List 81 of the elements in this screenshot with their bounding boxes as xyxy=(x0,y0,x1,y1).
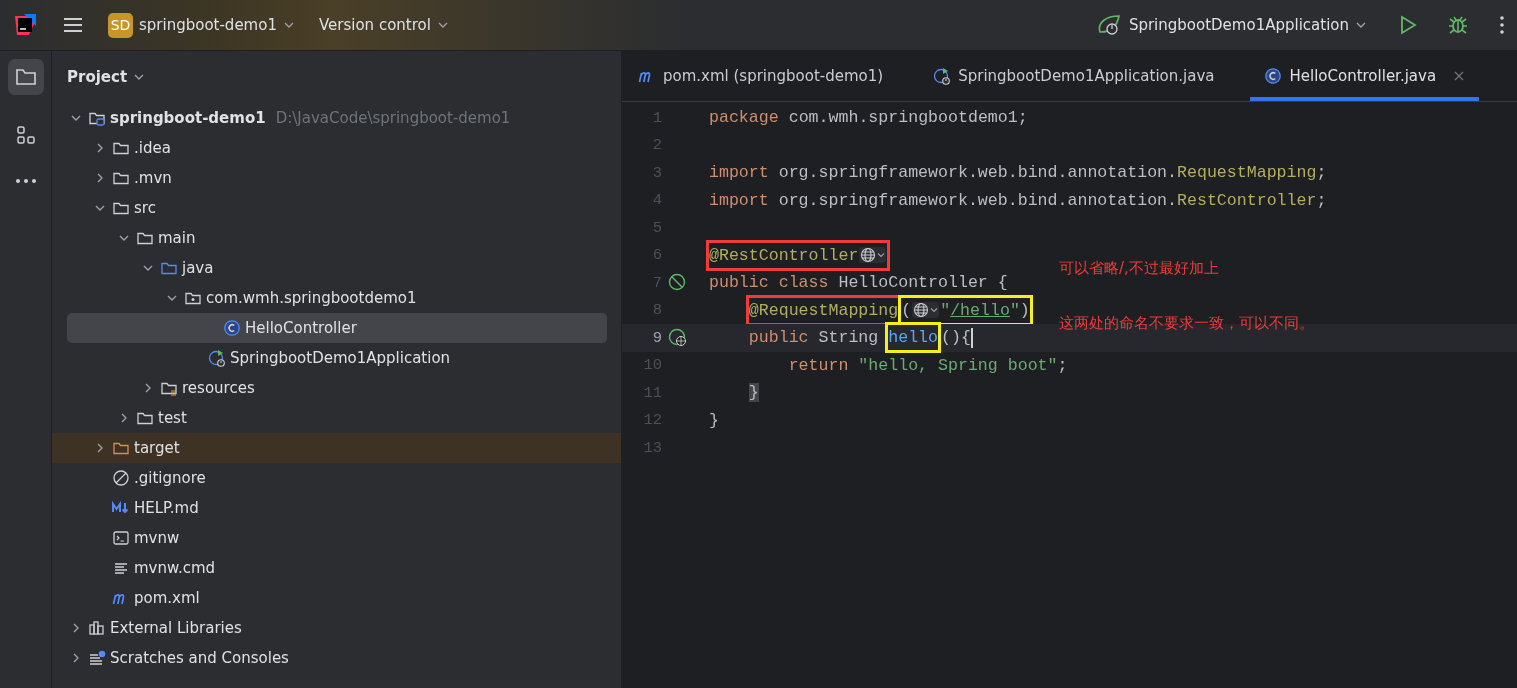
library-icon xyxy=(88,619,106,637)
globe-inlay-icon[interactable] xyxy=(859,247,887,264)
tree-item[interactable]: Scratches and Consoles xyxy=(52,643,621,673)
code-token: ; xyxy=(1316,190,1327,210)
editor-tab[interactable]: SpringbootDemo1Application.java xyxy=(919,51,1229,101)
run-configuration-selector[interactable]: SpringbootDemo1Application xyxy=(1096,14,1367,36)
project-badge: SD xyxy=(108,12,133,38)
url-link[interactable]: /hello xyxy=(950,300,1010,320)
code-token: ( xyxy=(901,300,912,320)
project-selector[interactable]: SD springboot-demo1 xyxy=(108,12,295,38)
tree-item[interactable]: HELP.md xyxy=(52,493,621,523)
spring-class-icon xyxy=(208,349,226,367)
tree-item[interactable]: .idea xyxy=(52,133,621,163)
app-logo-icon[interactable] xyxy=(12,12,38,38)
code-token: hello xyxy=(888,328,939,348)
project-tool-button[interactable] xyxy=(7,59,44,95)
tree-item[interactable]: main xyxy=(52,223,621,253)
code-token: "hello, Spring boot" xyxy=(857,355,1058,375)
code-token: ; xyxy=(1057,355,1068,375)
tree-item[interactable]: mvnw xyxy=(52,523,621,553)
code-token: (){ xyxy=(941,328,971,348)
endpoint-icon[interactable] xyxy=(668,327,688,348)
panel-title[interactable]: Project xyxy=(67,68,128,86)
class-icon xyxy=(1264,67,1283,85)
line-number: 9 xyxy=(651,328,662,347)
code-token: RestController xyxy=(1177,190,1317,210)
tree-item[interactable]: com.wmh.springbootdemo1 xyxy=(52,283,621,313)
more-icon xyxy=(14,178,37,184)
tree-item[interactable]: pom.xml xyxy=(52,583,621,613)
bean-icon[interactable] xyxy=(668,272,688,293)
editor-tab[interactable]: HelloController.java xyxy=(1250,51,1480,101)
code-token: RequestMapping xyxy=(1177,163,1317,183)
code-token: " xyxy=(1009,300,1020,320)
code-token: @RestController xyxy=(709,245,859,265)
code-token: ) xyxy=(1019,300,1030,320)
tree-item[interactable]: SpringbootDemo1Application xyxy=(52,343,621,373)
tree-item[interactable]: .mvn xyxy=(52,163,621,193)
bug-icon[interactable] xyxy=(1447,14,1469,36)
code-token: org.springframework.web.bind.annotation. xyxy=(777,190,1178,210)
code-token: @RequestMapping xyxy=(748,300,899,320)
class-icon xyxy=(223,319,241,337)
code-token: return xyxy=(788,355,849,375)
text-caret xyxy=(970,327,973,348)
code-token: String xyxy=(817,328,880,348)
code-token: ; xyxy=(1316,163,1327,183)
annotation-note: 可以省略/,不过最好加上 xyxy=(1059,258,1219,278)
tree-item[interactable]: java xyxy=(52,253,621,283)
code-token: HelloController { xyxy=(837,273,1008,293)
editor-tab[interactable]: pom.xml (springboot-demo1) xyxy=(624,51,898,101)
terminal-icon xyxy=(112,529,130,547)
code-token: class xyxy=(777,273,829,293)
path-text: D:\JavaCode\springboot-demo1 xyxy=(275,109,511,127)
tree-item[interactable]: HelloController xyxy=(67,313,607,343)
code-token: } xyxy=(709,410,719,430)
tree-item[interactable]: target xyxy=(52,433,621,463)
code-token: public xyxy=(748,328,809,348)
globe-inlay-icon[interactable] xyxy=(912,302,940,319)
tree-item[interactable]: .gitignore xyxy=(52,463,621,493)
code-token: package xyxy=(709,108,779,128)
tree-item[interactable]: src xyxy=(52,193,621,223)
spring-leaf-icon xyxy=(1096,14,1123,36)
code-token: import xyxy=(709,190,769,210)
tree-item[interactable]: test xyxy=(52,403,621,433)
close-icon[interactable] xyxy=(1453,70,1466,82)
tree-item[interactable]: resources xyxy=(52,373,621,403)
structure-icon xyxy=(14,124,37,146)
code-token: import xyxy=(709,163,769,183)
code-token: com.wmh.springbootdemo1; xyxy=(787,108,1028,128)
more-icon[interactable] xyxy=(1497,14,1507,36)
tree-item[interactable]: springboot-demo1 D:\JavaCode\springboot-demo1 xyxy=(52,103,621,133)
code-token: public xyxy=(709,273,769,293)
tree-item[interactable]: External Libraries xyxy=(52,613,621,643)
code-token: org.springframework.web.bind.annotation. xyxy=(777,163,1178,183)
scratches-icon xyxy=(88,649,106,667)
version-control-menu[interactable]: Version control xyxy=(318,16,449,34)
spring-class-icon xyxy=(933,67,952,85)
tree-item[interactable]: mvnw.cmd xyxy=(52,553,621,583)
code-token: " xyxy=(940,300,951,320)
blocked-icon xyxy=(112,469,130,487)
code-token: } xyxy=(748,383,759,403)
annotation-note: 这两处的命名不要求一致，可以不同。 xyxy=(1059,313,1314,333)
